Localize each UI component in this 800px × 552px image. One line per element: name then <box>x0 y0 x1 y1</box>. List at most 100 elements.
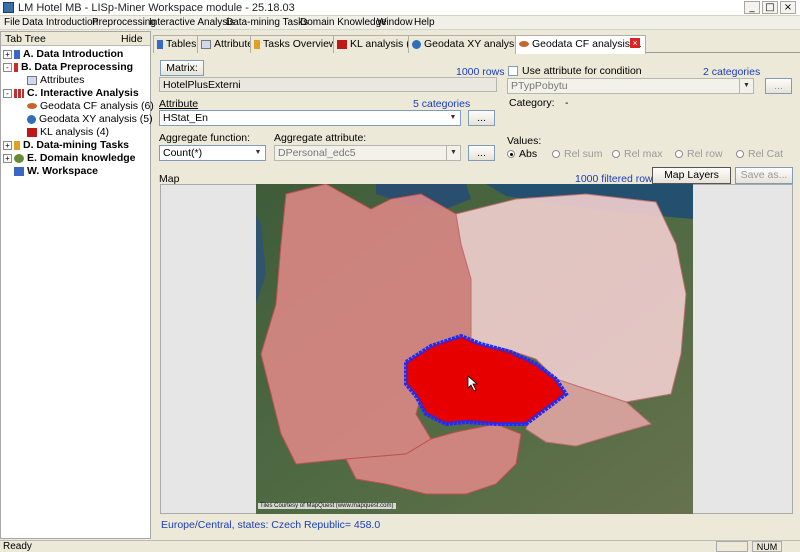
condition-categories-count: 2 categories <box>703 66 761 78</box>
values-radio-rel-row[interactable]: Rel row <box>675 148 723 160</box>
tree-item-label: B. Data Preprocessing <box>21 61 134 73</box>
tree-item-data-mining-tasks[interactable]: + D. Data-mining Tasks <box>3 139 129 152</box>
tab-tree-title: Tab Tree <box>5 33 46 45</box>
values-radio-abs[interactable]: Abs <box>507 148 537 160</box>
radio-button-icon <box>507 150 515 159</box>
workspace-icon <box>14 166 24 176</box>
attributes-icon <box>27 75 37 85</box>
expand-icon[interactable]: + <box>3 49 12 59</box>
title-bar: LM Hotel MB - LISp-Miner Workspace modul… <box>0 0 800 16</box>
attribute-browse-button[interactable]: ... <box>468 110 495 126</box>
aggregate-function-value: Count(*) <box>163 147 203 159</box>
expand-icon[interactable]: + <box>3 153 12 163</box>
category-label: Category: <box>509 97 555 109</box>
map-svg <box>256 184 693 514</box>
tree-item-label: W. Workspace <box>27 165 98 177</box>
tree-item-domain-knowledge[interactable]: + E. Domain knowledge <box>3 152 136 165</box>
values-label: Values: <box>507 135 542 147</box>
maximize-button[interactable]: □ <box>762 1 778 14</box>
kl-analysis-icon <box>27 127 37 137</box>
tree-item-geodata-cf[interactable]: Geodata CF analysis (6) <box>27 100 154 113</box>
category-value: - <box>565 97 569 109</box>
values-radio-rel-sum[interactable]: Rel sum <box>552 148 603 160</box>
condition-browse-button[interactable]: ... <box>765 78 792 94</box>
radio-button-icon <box>612 150 620 159</box>
geodata-cf-icon <box>27 103 37 110</box>
tab-geodata-cf[interactable]: Geodata CF analysis ... <box>515 35 646 54</box>
tree-item-label: Attributes <box>40 74 85 86</box>
tab-tables[interactable]: Tables <box>153 35 201 53</box>
menu-preprocessing[interactable]: Preprocessing <box>92 16 156 30</box>
tree-item-data-introduction[interactable]: + A. Data Introduction <box>3 48 123 61</box>
radio-label: Rel row <box>687 148 723 160</box>
radio-label: Rel sum <box>564 148 603 160</box>
aggregate-function-dropdown[interactable]: Count(*) ▼ <box>159 145 266 161</box>
status-bar: Ready NUM <box>0 540 800 552</box>
status-ready: Ready <box>3 541 32 552</box>
radio-label: Rel max <box>624 148 663 160</box>
minimize-button[interactable]: _ <box>744 1 760 14</box>
status-panel <box>716 541 748 552</box>
map-canvas[interactable]: Tiles Courtesy of MapQuest (www.mapquest… <box>256 184 693 514</box>
tree-item-kl-analysis[interactable]: KL analysis (4) <box>27 126 109 139</box>
attribute-dropdown[interactable]: HStat_En ▼ <box>159 110 461 126</box>
aggregate-browse-button[interactable]: ... <box>468 145 495 161</box>
menu-bar: File Data Introduction Preprocessing Int… <box>0 16 800 30</box>
aggregate-attribute-dropdown[interactable]: DPersonal_edc5 ▼ <box>274 145 461 161</box>
tab-strip: Tables Attributes Tasks Overview KL anal… <box>153 35 800 54</box>
tree-item-geodata-xy[interactable]: Geodata XY analysis (5) <box>27 113 153 126</box>
tree-item-data-preprocessing[interactable]: - B. Data Preprocessing <box>3 61 133 74</box>
collapse-icon[interactable]: - <box>3 88 12 98</box>
collapse-icon[interactable]: - <box>3 62 12 72</box>
tree-item-label: D. Data-mining Tasks <box>23 139 129 151</box>
matrix-button[interactable]: Matrix: <box>160 60 204 76</box>
globe-icon <box>27 114 36 124</box>
condition-attribute-value: PTypPobytu <box>511 80 568 92</box>
radio-button-icon <box>736 150 744 159</box>
map-layers-button[interactable]: Map Layers <box>652 167 731 184</box>
menu-data-mining-tasks[interactable]: Data-mining Tasks <box>226 16 308 30</box>
hide-tab-tree-button[interactable]: Hide <box>121 33 143 45</box>
attribute-categories-count: 5 categories <box>413 98 471 110</box>
tree-item-interactive-analysis[interactable]: - C. Interactive Analysis <box>3 87 139 100</box>
use-condition-checkbox[interactable] <box>508 66 518 76</box>
status-num-lock: NUM <box>752 541 782 552</box>
attributes-icon <box>201 39 211 49</box>
aggregate-attribute-value: DPersonal_edc5 <box>278 147 356 159</box>
menu-data-introduction[interactable]: Data Introduction <box>22 16 98 30</box>
menu-domain-knowledge[interactable]: Domain Knowledge <box>300 16 387 30</box>
lightning-icon <box>254 39 260 49</box>
geodata-cf-icon <box>519 41 529 48</box>
save-as-button[interactable]: Save as... <box>735 167 793 184</box>
chevron-down-icon: ▼ <box>446 146 460 160</box>
tab-tree-header: Tab Tree Hide <box>1 32 150 46</box>
tree-item-label: E. Domain knowledge <box>27 152 136 164</box>
menu-file[interactable]: File <box>4 16 20 30</box>
aggregate-function-label: Aggregate function: <box>159 132 251 144</box>
tab-label: Tables <box>166 38 197 50</box>
tables-icon <box>157 39 163 49</box>
window-title: LM Hotel MB - LISp-Miner Workspace modul… <box>18 2 295 14</box>
tree-item-label: Geodata CF analysis (6) <box>40 100 154 112</box>
close-button[interactable]: × <box>780 1 796 14</box>
aggregate-attribute-label: Aggregate attribute: <box>274 132 367 144</box>
menu-help[interactable]: Help <box>414 16 435 30</box>
values-radio-rel-cat[interactable]: Rel Cat <box>736 148 783 160</box>
tab-tasks-overview[interactable]: Tasks Overview <box>250 35 341 53</box>
condition-attribute-dropdown[interactable]: PTypPobytu ▼ <box>507 78 754 94</box>
tab-label: Geodata CF analysis ... <box>532 38 642 50</box>
menu-interactive-analysis[interactable]: Interactive Analysis <box>149 16 235 30</box>
menu-window[interactable]: Window <box>377 16 413 30</box>
tree-item-label: KL analysis (4) <box>40 126 110 138</box>
expand-icon[interactable]: + <box>3 140 12 150</box>
tree-item-workspace[interactable]: W. Workspace <box>14 165 98 178</box>
tree-item-attributes[interactable]: Attributes <box>27 74 84 87</box>
values-radio-rel-max[interactable]: Rel max <box>612 148 663 160</box>
radio-label: Abs <box>519 148 538 160</box>
globe-icon <box>412 39 421 49</box>
database-icon <box>14 49 20 59</box>
close-tab-icon[interactable]: × <box>630 38 640 48</box>
bar-chart-icon <box>14 88 24 98</box>
chevron-down-icon: ▼ <box>446 111 460 125</box>
tab-tree-panel: Tab Tree Hide + A. Data Introduction - B. … <box>0 31 154 539</box>
